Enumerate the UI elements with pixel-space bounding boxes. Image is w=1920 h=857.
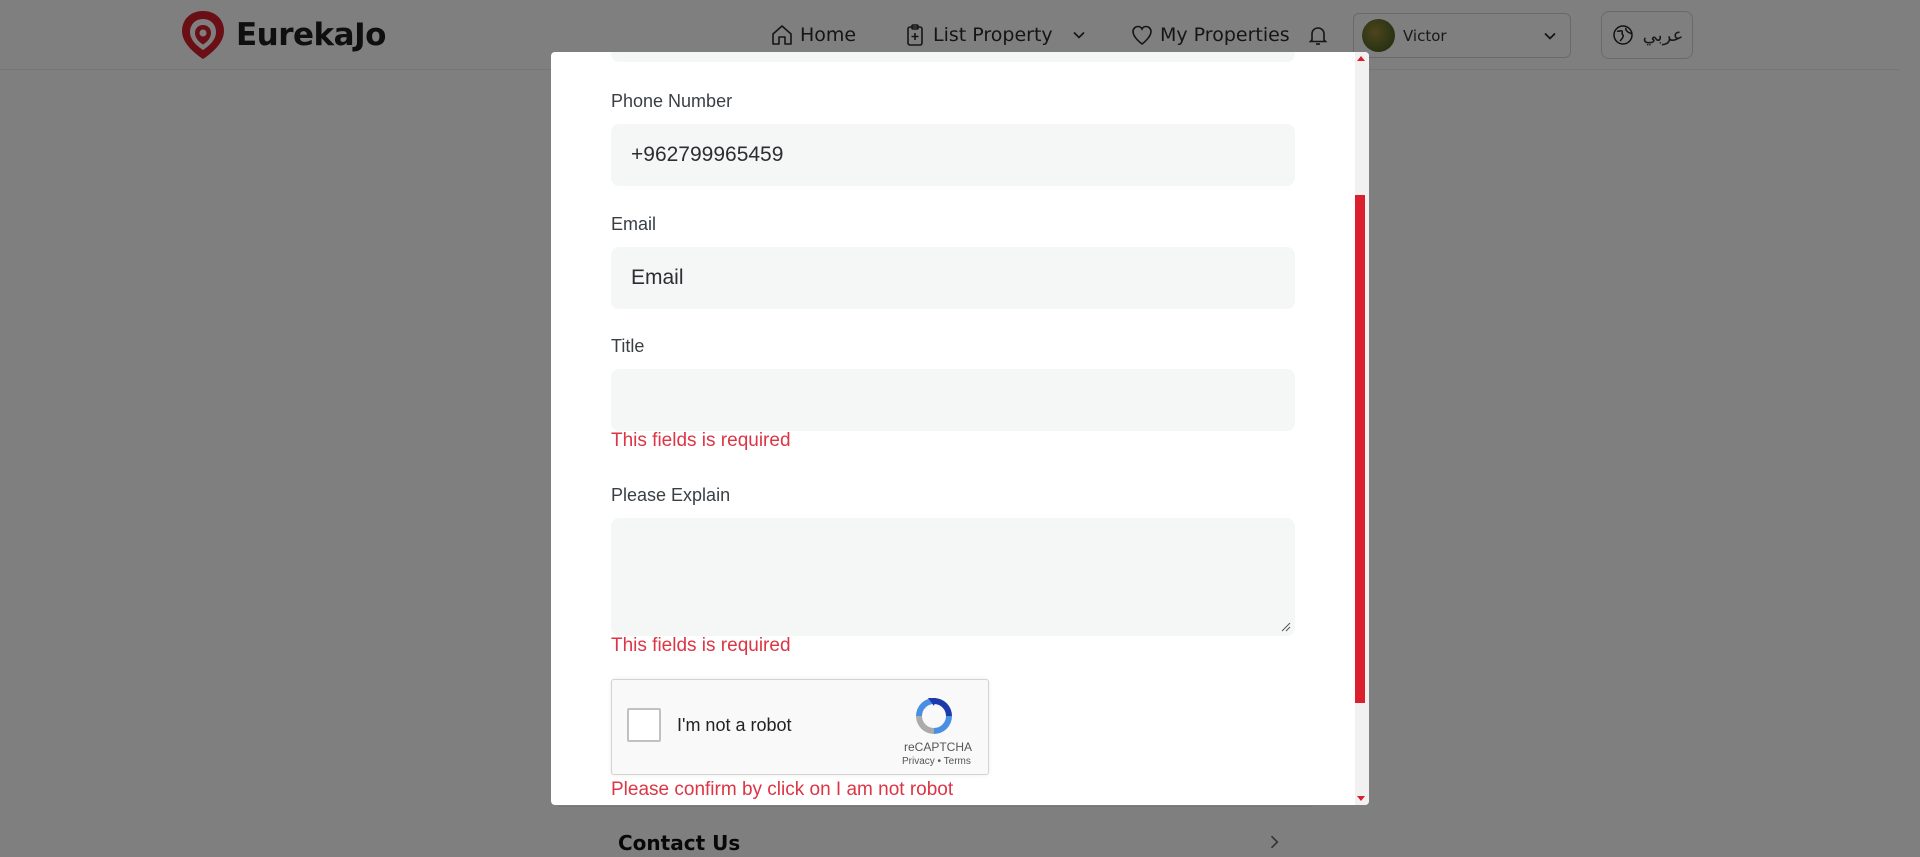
email-placeholder: Email: [631, 266, 684, 289]
recaptcha-label: I'm not a robot: [677, 715, 792, 735]
explain-error: This fields is required: [611, 635, 791, 656]
modal-scroll-thumb[interactable]: [1355, 195, 1365, 703]
previous-field-input[interactable]: [611, 52, 1295, 62]
title-label: Title: [611, 336, 645, 356]
phone-field[interactable]: +962799965459: [611, 124, 1295, 186]
title-error: This fields is required: [611, 430, 791, 451]
recaptcha-checkbox[interactable]: [627, 708, 661, 742]
recaptcha-brand: reCAPTCHA: [904, 740, 973, 754]
explain-label: Please Explain: [611, 485, 731, 505]
captcha-error: Please confirm by click on I am not robo…: [611, 779, 954, 800]
phone-value: +962799965459: [631, 143, 784, 166]
explain-textarea[interactable]: [611, 518, 1295, 636]
email-label: Email: [611, 214, 657, 234]
email-field[interactable]: Email: [611, 247, 1295, 309]
report-modal: Phone Number +962799965459 Email Email T…: [551, 52, 1369, 805]
resize-handle-icon[interactable]: [1281, 622, 1291, 632]
scroll-up-arrow-icon[interactable]: [1357, 56, 1365, 61]
recaptcha-icon: [916, 698, 952, 734]
title-field[interactable]: [611, 369, 1295, 431]
recaptcha-widget: I'm not a robot reCAPTCHA Privacy • Term…: [611, 679, 989, 775]
phone-label: Phone Number: [611, 91, 733, 111]
recaptcha-links[interactable]: Privacy • Terms: [902, 756, 971, 767]
scroll-down-arrow-icon[interactable]: [1357, 796, 1365, 801]
